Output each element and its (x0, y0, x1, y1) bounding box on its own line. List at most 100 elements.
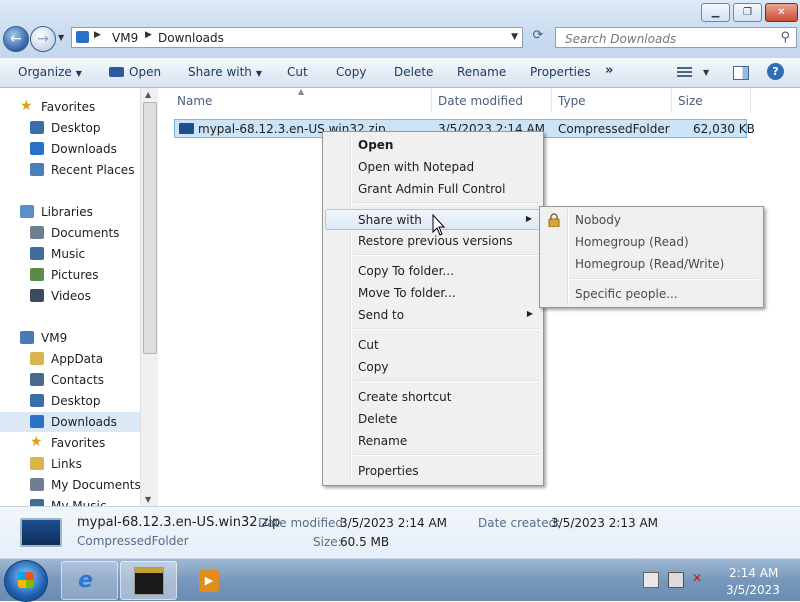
nav-scrollbar[interactable]: ▲ ▼ (140, 88, 158, 506)
scroll-up-icon[interactable]: ▲ (145, 90, 151, 99)
copy-button[interactable]: Copy (336, 65, 366, 79)
column-divider[interactable] (551, 88, 552, 112)
preview-pane-icon[interactable] (733, 66, 749, 80)
chevron-right-icon[interactable]: ▶ (94, 30, 101, 40)
submenu-item-nobody[interactable]: Nobody (542, 210, 761, 231)
open-button[interactable]: Open (109, 65, 161, 79)
videos-icon (30, 289, 44, 302)
close-button[interactable]: ✕ (765, 3, 798, 22)
share-with-button[interactable]: Share with ▼ (188, 65, 262, 79)
submenu-item-specific-people[interactable]: Specific people... (542, 284, 761, 305)
volume-muted-icon[interactable]: ✕ (692, 571, 706, 585)
sidebar-item-label: AppData (51, 352, 104, 366)
breadcrumb-downloads[interactable]: Downloads (158, 31, 224, 45)
sidebar-item-vm9[interactable]: VM9 (0, 328, 140, 348)
more-commands-button[interactable]: » (605, 63, 613, 78)
sidebar-item-favorites[interactable]: ★ Favorites (0, 97, 140, 117)
menu-item-label: Copy To folder... (358, 264, 454, 278)
size-label: Size: (313, 535, 342, 549)
minimize-button[interactable]: ▁ (701, 3, 730, 22)
column-divider[interactable] (431, 88, 432, 112)
recent-pages-dropdown[interactable]: ▼ (58, 33, 64, 42)
scroll-down-icon[interactable]: ▼ (145, 495, 151, 504)
help-icon[interactable]: ? (767, 63, 784, 80)
start-button[interactable] (4, 560, 48, 602)
submenu-arrow-icon: ▶ (526, 309, 533, 318)
network-icon[interactable] (668, 572, 684, 588)
breadcrumb-vm9[interactable]: VM9 (112, 31, 138, 45)
menu-item-copy-to-folder[interactable]: Copy To folder... (325, 261, 541, 282)
sidebar-item-label: Desktop (51, 121, 101, 135)
submenu-item-homegroup-read[interactable]: Homegroup (Read) (542, 232, 761, 253)
documents-icon (30, 478, 44, 491)
action-center-icon[interactable] (643, 572, 659, 588)
menu-item-rename[interactable]: Rename (325, 431, 541, 452)
search-box[interactable]: ⚲ (555, 27, 797, 49)
column-divider[interactable] (750, 88, 751, 112)
search-input[interactable] (556, 28, 777, 49)
menu-item-delete[interactable]: Delete (325, 409, 541, 430)
sidebar-item-desktop[interactable]: Desktop (0, 391, 140, 411)
date-modified-value: 3/5/2023 2:14 AM (340, 516, 448, 530)
column-divider[interactable] (671, 88, 672, 112)
menu-item-properties[interactable]: Properties (325, 461, 541, 482)
properties-button[interactable]: Properties (530, 65, 591, 79)
sidebar-item-libraries[interactable]: Libraries (0, 202, 140, 222)
menu-item-copy[interactable]: Copy (325, 357, 541, 378)
column-header-name[interactable]: Name (177, 94, 212, 108)
refresh-button[interactable]: ⟳ (527, 28, 549, 48)
clock-time[interactable]: 2:14 AM (729, 566, 778, 580)
scroll-thumb[interactable] (143, 102, 157, 354)
context-menu: Open Open with Notepad Grant Admin Full Co… (322, 131, 544, 486)
sidebar-item-desktop[interactable]: Desktop (0, 118, 140, 138)
address-bar[interactable]: ▶ VM9 ▶ Downloads ▼ (71, 27, 523, 48)
organize-button[interactable]: Organize ▼ (18, 65, 82, 79)
menu-item-label: Properties (358, 464, 419, 478)
back-button[interactable]: ← (3, 26, 29, 52)
sidebar-item-my-documents[interactable]: My Documents (0, 475, 141, 495)
rename-button[interactable]: Rename (457, 65, 506, 79)
sidebar-item-documents[interactable]: Documents (0, 223, 140, 243)
search-icon[interactable]: ⚲ (780, 30, 790, 45)
menu-item-create-shortcut[interactable]: Create shortcut (325, 387, 541, 408)
sidebar-item-pictures[interactable]: Pictures (0, 265, 140, 285)
chevron-down-icon[interactable]: ▼ (703, 68, 709, 77)
delete-button[interactable]: Delete (394, 65, 433, 79)
column-header-type[interactable]: Type (558, 94, 586, 108)
menu-item-grant-admin-full-control[interactable]: Grant Admin Full Control (325, 179, 541, 200)
sidebar-item-my-music[interactable]: My Music (0, 496, 140, 506)
sidebar-item-contacts[interactable]: Contacts (0, 370, 140, 390)
menu-item-open[interactable]: Open (325, 135, 541, 156)
sidebar-item-favorites[interactable]: ★ Favorites (0, 433, 140, 453)
sidebar-item-recent-places[interactable]: Recent Places (0, 160, 140, 180)
menu-item-cut[interactable]: Cut (325, 335, 541, 356)
clock-date[interactable]: 3/5/2023 (726, 583, 780, 597)
taskbar-internet-explorer[interactable]: e (61, 561, 118, 600)
sidebar-item-label: Favorites (41, 100, 96, 114)
star-icon: ★ (30, 434, 43, 450)
change-view-icon[interactable] (677, 67, 692, 78)
sidebar-item-videos[interactable]: Videos (0, 286, 140, 306)
column-header-date-modified[interactable]: Date modified (438, 94, 523, 108)
menu-item-open-with-notepad[interactable]: Open with Notepad (325, 157, 541, 178)
cut-button[interactable]: Cut (287, 65, 308, 79)
sidebar-item-links[interactable]: Links (0, 454, 140, 474)
column-header-size[interactable]: Size (678, 94, 703, 108)
sidebar-item-label: Contacts (51, 373, 104, 387)
maximize-button[interactable]: ❐ (733, 3, 762, 22)
windows-logo-icon (18, 572, 34, 588)
chevron-down-icon[interactable]: ▼ (511, 32, 518, 42)
sidebar-item-appdata[interactable]: AppData (0, 349, 140, 369)
menu-separator (353, 254, 539, 256)
submenu-item-homegroup-read-write[interactable]: Homegroup (Read/Write) (542, 254, 761, 275)
sidebar-item-downloads[interactable]: Downloads (0, 139, 140, 159)
taskbar-command-prompt[interactable] (120, 561, 177, 600)
chevron-right-icon[interactable]: ▶ (145, 30, 152, 40)
links-icon (30, 457, 44, 470)
sidebar-item-music[interactable]: Music (0, 244, 140, 264)
menu-item-send-to[interactable]: Send to ▶ (325, 305, 541, 326)
forward-button[interactable]: → (30, 26, 56, 52)
menu-item-move-to-folder[interactable]: Move To folder... (325, 283, 541, 304)
sidebar-item-downloads[interactable]: Downloads (0, 412, 140, 432)
taskbar-media-player[interactable]: ▶ (188, 561, 230, 600)
